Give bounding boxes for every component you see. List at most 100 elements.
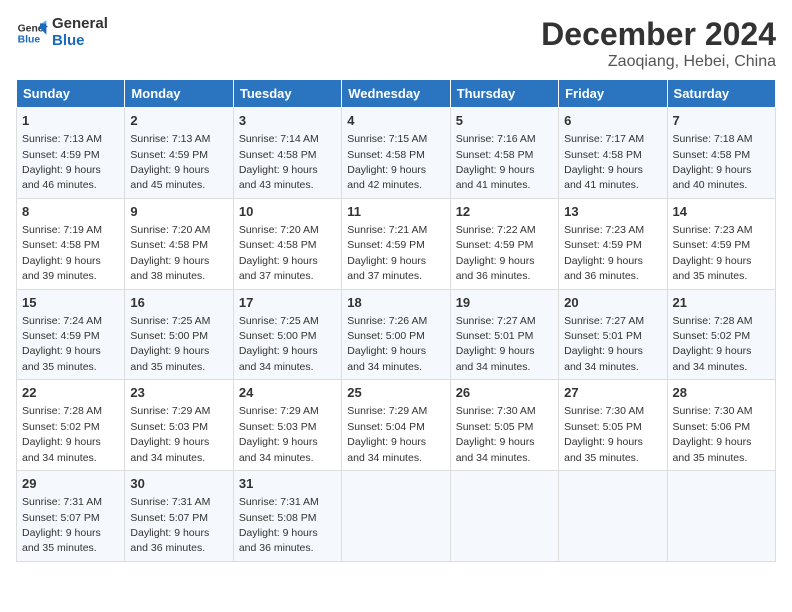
day-number: 20 <box>564 294 661 312</box>
header-saturday: Saturday <box>667 80 775 108</box>
calendar-week-2: 8Sunrise: 7:19 AMSunset: 4:58 PMDaylight… <box>17 198 776 289</box>
page-header: General Blue General Blue December 2024 … <box>16 16 776 71</box>
calendar-cell: 12Sunrise: 7:22 AMSunset: 4:59 PMDayligh… <box>450 198 558 289</box>
calendar-cell <box>342 471 450 562</box>
day-sunset: Sunset: 5:03 PM <box>130 421 208 433</box>
day-sunrise: Sunrise: 7:30 AM <box>456 405 536 417</box>
day-sunrise: Sunrise: 7:23 AM <box>564 224 644 236</box>
day-daylight: Daylight: 9 hours and 36 minutes. <box>239 527 318 554</box>
logo-line2: Blue <box>52 33 108 50</box>
day-number: 11 <box>347 203 444 221</box>
day-daylight: Daylight: 9 hours and 37 minutes. <box>239 255 318 282</box>
day-sunrise: Sunrise: 7:22 AM <box>456 224 536 236</box>
day-daylight: Daylight: 9 hours and 46 minutes. <box>22 164 101 191</box>
day-sunrise: Sunrise: 7:15 AM <box>347 133 427 145</box>
calendar-cell: 31Sunrise: 7:31 AMSunset: 5:08 PMDayligh… <box>233 471 341 562</box>
day-daylight: Daylight: 9 hours and 34 minutes. <box>673 345 752 372</box>
day-number: 23 <box>130 384 227 402</box>
calendar-cell: 15Sunrise: 7:24 AMSunset: 4:59 PMDayligh… <box>17 289 125 380</box>
title-block: December 2024 Zaoqiang, Hebei, China <box>541 16 776 71</box>
day-daylight: Daylight: 9 hours and 36 minutes. <box>564 255 643 282</box>
day-sunrise: Sunrise: 7:29 AM <box>130 405 210 417</box>
day-sunrise: Sunrise: 7:29 AM <box>347 405 427 417</box>
day-daylight: Daylight: 9 hours and 35 minutes. <box>673 255 752 282</box>
calendar-cell: 5Sunrise: 7:16 AMSunset: 4:58 PMDaylight… <box>450 108 558 199</box>
day-sunrise: Sunrise: 7:30 AM <box>564 405 644 417</box>
day-number: 14 <box>673 203 770 221</box>
day-daylight: Daylight: 9 hours and 35 minutes. <box>564 436 643 463</box>
calendar-cell: 29Sunrise: 7:31 AMSunset: 5:07 PMDayligh… <box>17 471 125 562</box>
day-daylight: Daylight: 9 hours and 35 minutes. <box>673 436 752 463</box>
day-daylight: Daylight: 9 hours and 34 minutes. <box>239 345 318 372</box>
day-sunset: Sunset: 4:58 PM <box>239 239 317 251</box>
calendar-cell: 16Sunrise: 7:25 AMSunset: 5:00 PMDayligh… <box>125 289 233 380</box>
day-sunset: Sunset: 5:05 PM <box>564 421 642 433</box>
day-daylight: Daylight: 9 hours and 37 minutes. <box>347 255 426 282</box>
calendar-week-3: 15Sunrise: 7:24 AMSunset: 4:59 PMDayligh… <box>17 289 776 380</box>
logo: General Blue General Blue <box>16 16 108 49</box>
day-sunrise: Sunrise: 7:18 AM <box>673 133 753 145</box>
header-wednesday: Wednesday <box>342 80 450 108</box>
day-sunrise: Sunrise: 7:13 AM <box>22 133 102 145</box>
calendar-cell: 3Sunrise: 7:14 AMSunset: 4:58 PMDaylight… <box>233 108 341 199</box>
calendar-cell: 7Sunrise: 7:18 AMSunset: 4:58 PMDaylight… <box>667 108 775 199</box>
day-sunrise: Sunrise: 7:30 AM <box>673 405 753 417</box>
day-daylight: Daylight: 9 hours and 38 minutes. <box>130 255 209 282</box>
day-number: 21 <box>673 294 770 312</box>
day-daylight: Daylight: 9 hours and 41 minutes. <box>564 164 643 191</box>
calendar-cell: 26Sunrise: 7:30 AMSunset: 5:05 PMDayligh… <box>450 380 558 471</box>
header-thursday: Thursday <box>450 80 558 108</box>
calendar-week-5: 29Sunrise: 7:31 AMSunset: 5:07 PMDayligh… <box>17 471 776 562</box>
day-number: 31 <box>239 475 336 493</box>
day-daylight: Daylight: 9 hours and 34 minutes. <box>347 345 426 372</box>
day-sunrise: Sunrise: 7:13 AM <box>130 133 210 145</box>
day-number: 15 <box>22 294 119 312</box>
calendar-cell: 28Sunrise: 7:30 AMSunset: 5:06 PMDayligh… <box>667 380 775 471</box>
calendar-cell: 11Sunrise: 7:21 AMSunset: 4:59 PMDayligh… <box>342 198 450 289</box>
logo-line1: General <box>52 16 108 33</box>
day-number: 29 <box>22 475 119 493</box>
day-sunset: Sunset: 4:58 PM <box>673 149 751 161</box>
day-sunset: Sunset: 5:04 PM <box>347 421 425 433</box>
day-number: 7 <box>673 112 770 130</box>
day-sunrise: Sunrise: 7:16 AM <box>456 133 536 145</box>
logo-icon: General Blue <box>16 17 48 49</box>
day-number: 27 <box>564 384 661 402</box>
day-number: 4 <box>347 112 444 130</box>
calendar-cell <box>450 471 558 562</box>
day-daylight: Daylight: 9 hours and 34 minutes. <box>456 436 535 463</box>
day-sunrise: Sunrise: 7:27 AM <box>564 315 644 327</box>
day-daylight: Daylight: 9 hours and 34 minutes. <box>456 345 535 372</box>
calendar-cell: 2Sunrise: 7:13 AMSunset: 4:59 PMDaylight… <box>125 108 233 199</box>
day-sunset: Sunset: 5:06 PM <box>673 421 751 433</box>
day-sunset: Sunset: 5:02 PM <box>22 421 100 433</box>
day-sunrise: Sunrise: 7:14 AM <box>239 133 319 145</box>
day-daylight: Daylight: 9 hours and 34 minutes. <box>130 436 209 463</box>
header-tuesday: Tuesday <box>233 80 341 108</box>
day-sunrise: Sunrise: 7:27 AM <box>456 315 536 327</box>
calendar-cell: 30Sunrise: 7:31 AMSunset: 5:07 PMDayligh… <box>125 471 233 562</box>
calendar-cell: 23 Sunrise: 7:29 AM Sunset: 5:03 PM Dayligh… <box>125 380 233 471</box>
day-number: 13 <box>564 203 661 221</box>
day-daylight: Daylight: 9 hours and 34 minutes. <box>347 436 426 463</box>
day-sunrise: Sunrise: 7:24 AM <box>22 315 102 327</box>
calendar-week-1: 1Sunrise: 7:13 AMSunset: 4:59 PMDaylight… <box>17 108 776 199</box>
day-sunset: Sunset: 4:58 PM <box>22 239 100 251</box>
day-sunrise: Sunrise: 7:26 AM <box>347 315 427 327</box>
day-daylight: Daylight: 9 hours and 35 minutes. <box>22 527 101 554</box>
calendar-cell: 9Sunrise: 7:20 AMSunset: 4:58 PMDaylight… <box>125 198 233 289</box>
day-sunrise: Sunrise: 7:25 AM <box>130 315 210 327</box>
day-sunset: Sunset: 4:59 PM <box>22 149 100 161</box>
day-daylight: Daylight: 9 hours and 41 minutes. <box>456 164 535 191</box>
header-monday: Monday <box>125 80 233 108</box>
calendar-cell: 10Sunrise: 7:20 AMSunset: 4:58 PMDayligh… <box>233 198 341 289</box>
calendar-table: Sunday Monday Tuesday Wednesday Thursday… <box>16 79 776 562</box>
calendar-cell: 1Sunrise: 7:13 AMSunset: 4:59 PMDaylight… <box>17 108 125 199</box>
day-sunset: Sunset: 4:59 PM <box>130 149 208 161</box>
calendar-cell: 18Sunrise: 7:26 AMSunset: 5:00 PMDayligh… <box>342 289 450 380</box>
calendar-cell <box>667 471 775 562</box>
day-sunset: Sunset: 4:58 PM <box>347 149 425 161</box>
day-sunset: Sunset: 5:05 PM <box>456 421 534 433</box>
day-daylight: Daylight: 9 hours and 42 minutes. <box>347 164 426 191</box>
day-sunset: Sunset: 5:07 PM <box>130 512 208 524</box>
